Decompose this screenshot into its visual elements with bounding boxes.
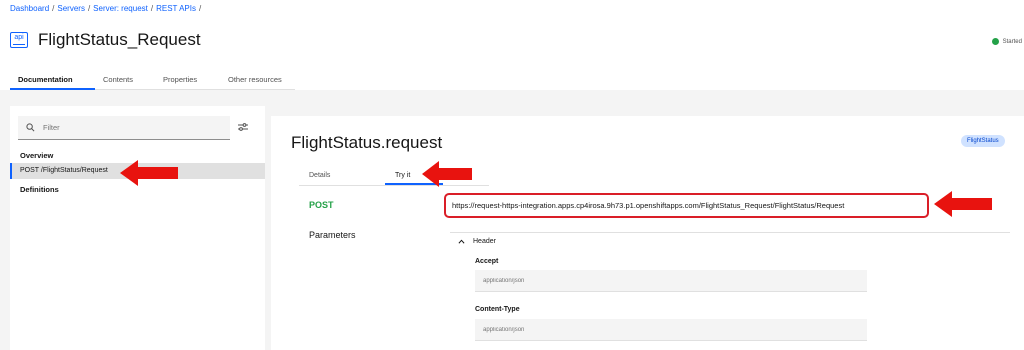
accept-input[interactable] [475,270,867,292]
sidebar-item-definitions[interactable]: Definitions [20,185,59,194]
operation-title: FlightStatus.request [291,133,443,152]
http-method: POST [309,200,334,210]
api-icon: api [10,32,28,48]
search-icon [26,123,35,132]
top-tabs: Documentation Contents Properties Other … [10,70,295,90]
status-dot-icon [991,38,999,45]
sidebar: Overview POST /FlightStatus/Request Defi… [10,106,265,350]
annotation-arrow-left-icon [120,160,178,186]
endpoint-url[interactable]: https://request-https-integration.apps.c… [444,193,929,218]
breadcrumb-separator: / [87,4,91,13]
breadcrumb-separator: / [150,4,154,13]
breadcrumb-servers[interactable]: Servers [57,4,85,13]
status-label: Started [1002,38,1022,45]
breadcrumb-separator: / [52,4,55,13]
breadcrumb-dashboard[interactable]: Dashboard [10,4,49,13]
header-label: Header [473,238,496,245]
tab-properties[interactable]: Properties [155,70,220,90]
api-tag: FlightStatus [961,135,1005,147]
breadcrumb: Dashboard / Servers / Server: request / … [10,4,201,13]
parameters-label: Parameters [309,230,356,240]
tab-other-resources[interactable]: Other resources [220,70,295,90]
tab-contents[interactable]: Contents [95,70,155,90]
page-header: api FlightStatus_Request [10,30,201,50]
filter-settings-icon[interactable] [238,122,248,132]
header-toggle[interactable]: Header [450,238,1010,245]
annotation-arrow-left-icon [934,191,992,217]
content-type-label: Content-Type [475,306,520,313]
chevron-up-icon [458,239,465,244]
breadcrumb-rest-apis[interactable]: REST APIs [156,4,196,13]
status-indicator: Started [991,38,1022,45]
annotation-arrow-left-icon [422,161,472,187]
sidebar-item-overview[interactable]: Overview [20,151,53,160]
content-type-input[interactable] [475,319,867,341]
tab-documentation[interactable]: Documentation [10,70,95,90]
accept-label: Accept [475,258,499,265]
breadcrumb-separator: / [198,4,202,13]
page-title: FlightStatus_Request [38,30,201,49]
tab-details[interactable]: Details [299,168,385,185]
main-panel: FlightStatus.request FlightStatus Detail… [271,116,1024,350]
header-section: Header [450,232,1010,245]
filter-field [18,116,230,140]
breadcrumb-server-request[interactable]: Server: request [93,4,148,13]
filter-input[interactable] [43,123,213,132]
